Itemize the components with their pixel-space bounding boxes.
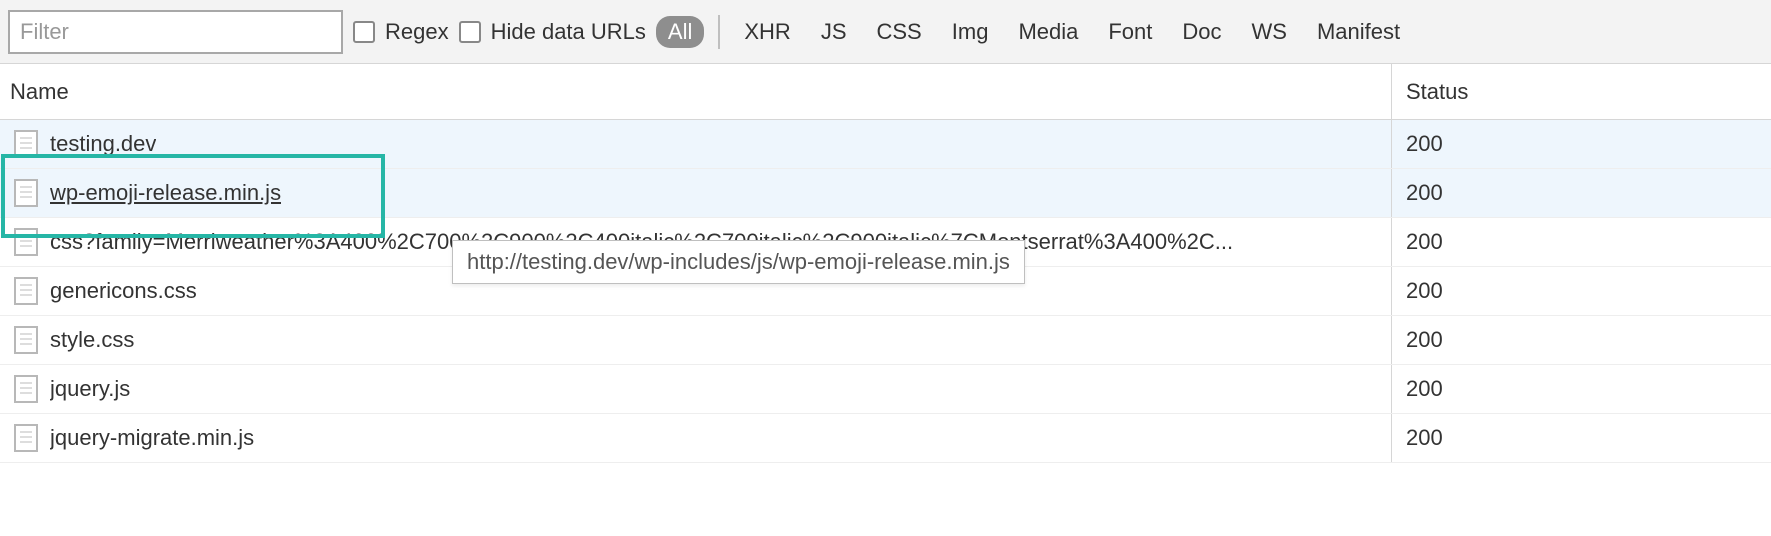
file-icon (14, 375, 38, 403)
hide-data-urls-label: Hide data URLs (491, 19, 646, 45)
file-icon (14, 228, 38, 256)
network-rows: testing.dev 200 wp-emoji-release.min.js … (0, 120, 1771, 463)
filter-type-img[interactable]: Img (942, 19, 999, 45)
file-icon (14, 326, 38, 354)
column-header-name[interactable]: Name (0, 64, 1392, 119)
cell-status: 200 (1392, 425, 1771, 451)
cell-status: 200 (1392, 376, 1771, 402)
cell-status: 200 (1392, 327, 1771, 353)
table-header: Name Status (0, 64, 1771, 120)
file-icon (14, 277, 38, 305)
regex-label: Regex (385, 19, 449, 45)
cell-status: 200 (1392, 229, 1771, 255)
divider-icon (718, 15, 720, 49)
file-icon (14, 424, 38, 452)
cell-name: jquery-migrate.min.js (0, 414, 1392, 462)
cell-name: testing.dev (0, 120, 1392, 168)
request-name: jquery.js (50, 376, 130, 402)
filter-toolbar: Regex Hide data URLs All XHR JS CSS Img … (0, 0, 1771, 64)
cell-status: 200 (1392, 131, 1771, 157)
filter-type-js[interactable]: JS (811, 19, 857, 45)
file-icon (14, 130, 38, 158)
table-row[interactable]: wp-emoji-release.min.js 200 (0, 169, 1771, 218)
cell-name: wp-emoji-release.min.js (0, 169, 1392, 217)
file-icon (14, 179, 38, 207)
filter-type-xhr[interactable]: XHR (734, 19, 800, 45)
filter-type-css[interactable]: CSS (867, 19, 932, 45)
cell-status: 200 (1392, 180, 1771, 206)
request-name: style.css (50, 327, 134, 353)
request-name: testing.dev (50, 131, 156, 157)
table-row[interactable]: jquery.js 200 (0, 365, 1771, 414)
filter-type-manifest[interactable]: Manifest (1307, 19, 1410, 45)
filter-input[interactable] (8, 10, 343, 54)
cell-name: style.css (0, 316, 1392, 364)
request-name: genericons.css (50, 278, 197, 304)
filter-type-font[interactable]: Font (1098, 19, 1162, 45)
filter-type-all[interactable]: All (656, 16, 704, 48)
filter-type-ws[interactable]: WS (1242, 19, 1297, 45)
hide-data-urls-checkbox[interactable] (459, 21, 481, 43)
filter-type-media[interactable]: Media (1008, 19, 1088, 45)
table-row[interactable]: testing.dev 200 (0, 120, 1771, 169)
table-row[interactable]: jquery-migrate.min.js 200 (0, 414, 1771, 463)
cell-status: 200 (1392, 278, 1771, 304)
column-header-status[interactable]: Status (1392, 64, 1771, 119)
table-row[interactable]: style.css 200 (0, 316, 1771, 365)
request-name: jquery-migrate.min.js (50, 425, 254, 451)
url-tooltip: http://testing.dev/wp-includes/js/wp-emo… (452, 240, 1025, 284)
regex-checkbox[interactable] (353, 21, 375, 43)
cell-name: jquery.js (0, 365, 1392, 413)
filter-type-doc[interactable]: Doc (1172, 19, 1231, 45)
request-name: wp-emoji-release.min.js (50, 180, 281, 206)
